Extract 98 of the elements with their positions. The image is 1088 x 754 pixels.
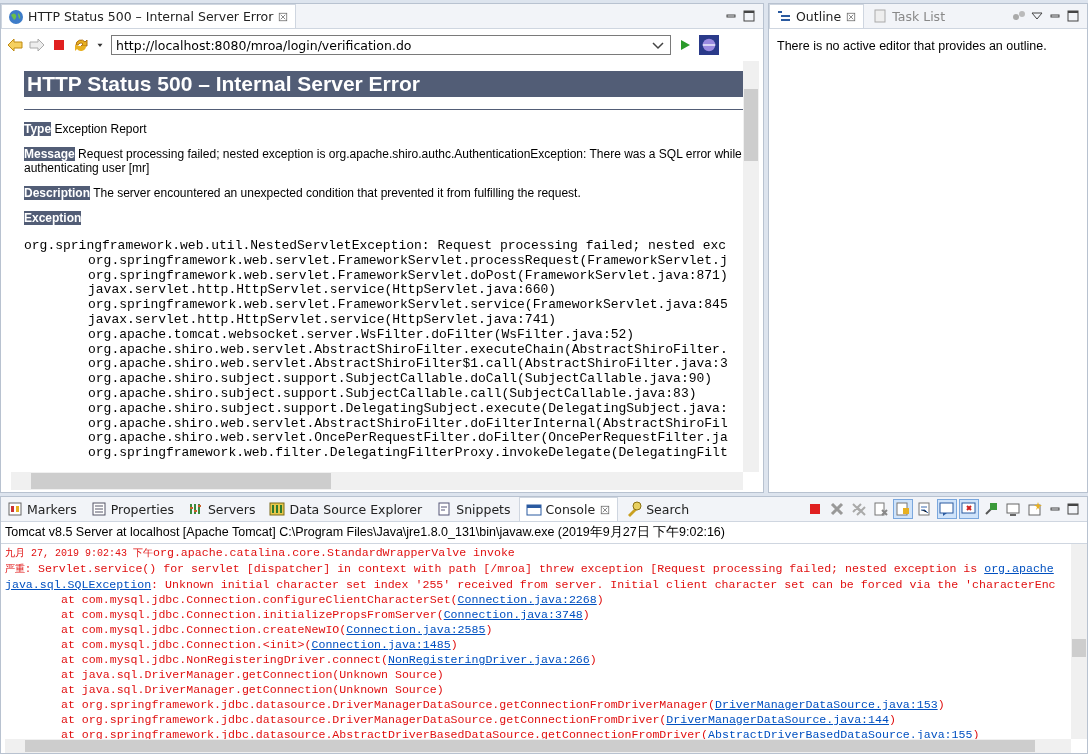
source-link[interactable]: java.sql.SQLException: [5, 578, 152, 591]
trace-line: org.apache.shiro.subject.support.DelegatingSubject.execute(DelegatingSubject.java:: [88, 400, 728, 416]
globe-icon: [8, 8, 24, 25]
view-tab[interactable]: Search: [620, 497, 696, 521]
trace-line: org.apache.shiro.subject.support.SubjectCallable.doCall(SubjectCallable.java:90): [88, 371, 713, 387]
console-text: at java.sql.DriverManager.getConnection(Unknown Source): [61, 668, 444, 681]
maximize-icon[interactable]: [1065, 501, 1081, 517]
trace-line: org.springframework.web.servlet.FrameworkServlet.processRequest(FrameworkServlet.j: [88, 252, 728, 268]
console-text: at com.mysql.jdbc.Connection.createNewIO(: [61, 623, 347, 636]
console-text: ): [937, 698, 945, 711]
trace-line: org.apache.shiro.web.servlet.AbstractShiroFilter.executeChain(AbstractShiroFilter.: [88, 341, 728, 357]
vertical-scrollbar[interactable]: [1071, 544, 1087, 739]
console-text: at org.springframework.jdbc.datasource.DriverManagerDataSource.getConnectionFromDriverManager(: [61, 698, 715, 711]
terminate-icon: [807, 501, 823, 517]
console-text: at com.mysql.jdbc.NonRegisteringDriver.connect(: [61, 653, 388, 666]
stderr-console-button[interactable]: [959, 499, 979, 519]
trace-line: javax.servlet.http.HttpServlet.service(HttpServlet.java:660): [88, 282, 557, 298]
clear-console-button[interactable]: [871, 499, 891, 519]
console-text: Servlet.service() for servlet [dispatcher] in context with path [/mroa] threw exception [Request processing failed; nested exception is: [36, 562, 979, 575]
source-link[interactable]: NonRegisteringDriver.java:266: [388, 653, 590, 666]
section-label: Exception: [24, 211, 82, 225]
trace-line: org.springframework.web.util.NestedServletException: Request processing failed; nested exc: [24, 239, 728, 254]
snippets-icon: [436, 501, 453, 517]
horizontal-scrollbar[interactable]: [5, 739, 1071, 753]
report-field: Description The server encountered an unexpected condition that prevented it from fulfilling the request.: [24, 186, 743, 200]
source-link[interactable]: Connection.java:2268: [457, 593, 597, 606]
trace-line: javax.servlet.http.HttpServlet.service(HttpServlet.java:741): [88, 312, 557, 327]
display-icon: [1005, 501, 1021, 517]
console-text: 九月 27, 2019 9:02:43 下午: [5, 548, 154, 559]
editor-tab[interactable]: HTTP Status 500 – Internal Server Error: [1, 4, 297, 28]
source-link[interactable]: Connection.java:3748: [443, 608, 583, 621]
stop-icon[interactable]: [51, 37, 67, 53]
view-tab[interactable]: Console: [518, 497, 619, 521]
source-link[interactable]: DriverManagerDataSource.java:144: [666, 713, 889, 726]
word-wrap-icon: [917, 501, 933, 517]
trace-line: org.springframework.web.servlet.FrameworkServlet.doPost(FrameworkServlet.java:871): [88, 267, 728, 283]
console-text: : Unknown initial character set index '255' received from server. Initial client character set can be forced via the 'characterEnc: [151, 578, 1056, 591]
console-text: ): [582, 608, 590, 621]
trace-line: org.apache.shiro.web.servlet.AbstractShiroFilter.doFilterInternal(AbstractShiroFil: [88, 415, 728, 431]
properties-icon: [90, 501, 107, 517]
source-link[interactable]: Connection.java:1485: [311, 638, 451, 651]
source-link[interactable]: org.apache: [984, 562, 1054, 575]
view-tab[interactable]: Snippets: [430, 497, 517, 521]
horizontal-scrollbar[interactable]: [11, 472, 743, 490]
view-tab[interactable]: Markers: [1, 497, 83, 521]
remove-all-icon: [851, 501, 867, 517]
pin-icon: [983, 501, 999, 517]
vertical-scrollbar[interactable]: [743, 61, 759, 472]
trace-line: org.apache.shiro.subject.support.SubjectCallable.call(SubjectCallable.java:83): [88, 385, 697, 401]
report-field: Message Request processing failed; nested exception is org.apache.shiro.authc.AuthenticationException: There was a SQL error while authenticating user [mr]: [24, 147, 743, 175]
refresh-icon[interactable]: [73, 37, 89, 53]
source-link[interactable]: DriverManagerDataSource.java:153: [715, 698, 938, 711]
source-link[interactable]: Connection.java:2585: [346, 623, 486, 636]
scroll-lock-icon: [895, 501, 911, 517]
console-text: ): [589, 653, 597, 666]
console-text: at com.mysql.jdbc.Connection.<init>(: [61, 638, 312, 651]
console-icon: [525, 501, 542, 518]
new-console-icon: [1027, 501, 1043, 517]
process-label: Tomcat v8.5 Server at localhost [Apache Tomcat] C:\Program Files\Java\jre1.8.0_131\bin\javaw.exe (2019年9月27日 下午9:02:16): [1, 522, 1087, 544]
scroll-lock-button[interactable]: [893, 499, 913, 519]
markers-icon: [7, 501, 23, 517]
close-icon[interactable]: [845, 10, 858, 23]
forward-icon[interactable]: [29, 37, 45, 53]
trace-line: org.apache.shiro.web.servlet.OncePerRequestFilter.doFilter(OncePerRequestFilter.ja: [88, 430, 728, 446]
console-text: ): [888, 713, 896, 726]
back-icon[interactable]: [7, 37, 23, 53]
page-heading: HTTP Status 500 – Internal Server Error: [24, 71, 743, 97]
close-icon[interactable]: [277, 10, 290, 23]
close-icon[interactable]: [599, 503, 612, 516]
stdout-console-button[interactable]: [937, 499, 957, 519]
console-text: org.apache.catalina.core.StandardWrapperValve invoke: [153, 546, 515, 559]
trace-line: org.apache.shiro.web.servlet.AbstractShiroFilter$1.call(AbstractShiroFilter.java:3: [88, 356, 728, 372]
console-text: ): [485, 623, 493, 636]
view-tab[interactable]: Outline: [769, 4, 865, 28]
url-field[interactable]: http://localhost:8080/mroa/login/verification.do: [111, 35, 671, 55]
console-text: ): [596, 593, 604, 606]
console-text: at java.sql.DriverManager.getConnection(Unknown Source): [61, 683, 444, 696]
database-icon: [269, 501, 286, 517]
console-text: at com.mysql.jdbc.Connection.initializePropsFromServer(: [61, 608, 444, 621]
console-text: at org.springframework.jdbc.datasource.DriverManagerDataSource.getConnectionFromDriver(: [61, 713, 667, 726]
trace-line: org.springframework.web.servlet.FrameworkServlet.service(FrameworkServlet.java:845: [88, 297, 728, 313]
trace-line: org.springframework.web.filter.DelegatingFilterProxy.invokeDelegate(DelegatingFilt: [88, 445, 728, 461]
remove-icon: [829, 501, 845, 517]
maximize-icon[interactable]: [1065, 8, 1081, 24]
console-text: ): [450, 638, 458, 651]
report-field: Type Exception Report: [24, 122, 743, 136]
clear-console-icon: [873, 501, 889, 517]
view-tab[interactable]: Properties: [84, 497, 180, 521]
stderr-console-icon: [961, 501, 977, 517]
view-tab[interactable]: Servers: [181, 497, 262, 521]
console-text: at com.mysql.jdbc.Connection.configureClientCharacterSet(: [61, 593, 458, 606]
maximize-icon[interactable]: [741, 8, 757, 24]
outline-message: There is no active editor that provides an outline.: [776, 38, 1048, 55]
console-text: 严重:: [5, 564, 31, 575]
task-list-icon: [872, 8, 889, 24]
trace-line: org.apache.tomcat.websocket.server.WsFilter.doFilter(WsFilter.java:52): [88, 326, 635, 342]
stdout-console-icon: [939, 501, 955, 517]
view-tab[interactable]: Data Source Explorer: [263, 497, 429, 521]
